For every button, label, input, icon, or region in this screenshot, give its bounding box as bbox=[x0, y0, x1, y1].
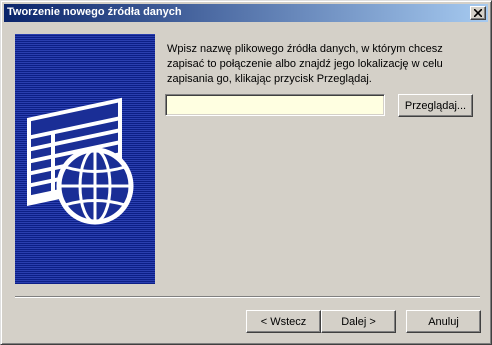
wizard-illustration bbox=[15, 34, 155, 284]
separator bbox=[15, 296, 480, 298]
cancel-button[interactable]: Anuluj bbox=[406, 310, 481, 333]
browse-button[interactable]: Przeglądaj... bbox=[398, 94, 473, 117]
data-source-table-globe-icon bbox=[27, 97, 134, 225]
close-button[interactable] bbox=[470, 6, 486, 20]
back-button[interactable]: < Wstecz bbox=[246, 310, 321, 333]
title-bar[interactable]: Tworzenie nowego źródła danych bbox=[4, 4, 488, 22]
next-button[interactable]: Dalej > bbox=[321, 310, 396, 333]
instruction-text: Wpisz nazwę plikowego źródła danych, w k… bbox=[167, 43, 443, 85]
window-title: Tworzenie nowego źródła danych bbox=[7, 6, 182, 18]
close-icon bbox=[474, 9, 482, 17]
file-path-input[interactable] bbox=[165, 94, 385, 116]
dialog-window: Tworzenie nowego źródła danych Wpisz naz… bbox=[0, 0, 492, 345]
